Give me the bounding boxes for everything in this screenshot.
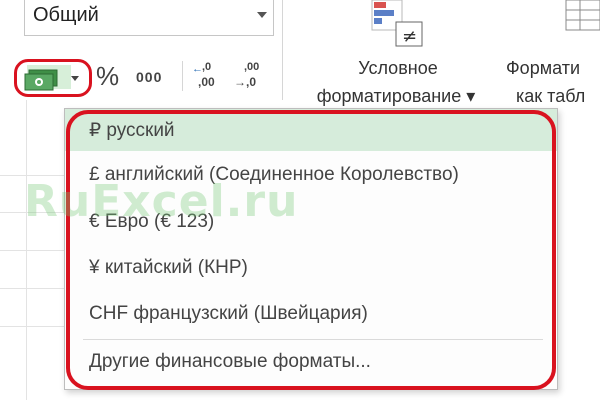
menu-item-euro[interactable]: € Евро (€ 123) — [89, 211, 214, 233]
conditional-formatting-icon[interactable]: ≠ — [370, 0, 424, 48]
currency-format-menu: ₽ русский £ английский (Соединенное Коро… — [64, 108, 558, 390]
comma-style-button[interactable]: 000 — [136, 69, 162, 85]
menu-item-more-formats[interactable]: Другие финансовые форматы... — [89, 351, 371, 373]
number-format-dropdown[interactable]: Общий — [24, 0, 274, 36]
toolbar-divider — [182, 61, 183, 91]
format-as-table-label[interactable]: Формати — [506, 58, 600, 79]
menu-item-chinese[interactable]: ¥ китайский (КНР) — [89, 257, 248, 279]
table-format-icon[interactable] — [560, 0, 600, 48]
grid-row-line — [0, 250, 70, 251]
number-toolbar: % 000 ← ,0 ,00 ,00 →,0 — [0, 55, 282, 97]
format-as-table-label-2[interactable]: как табл — [516, 86, 585, 107]
ribbon-group-divider — [282, 0, 283, 100]
decrease-decimal-bottom: →,0 — [234, 75, 257, 89]
grid-row-line — [0, 212, 70, 213]
money-bill-icon — [24, 69, 58, 91]
increase-decimal-top: ,0 — [202, 61, 212, 73]
grid-row-line — [0, 326, 70, 327]
grid-row-line — [0, 288, 70, 289]
menu-item-russian[interactable]: ₽ русский — [89, 119, 175, 142]
svg-text:≠: ≠ — [402, 26, 417, 47]
decrease-decimal-top: ,00 — [244, 61, 260, 73]
conditional-formatting-label[interactable]: Условное — [328, 58, 468, 79]
chevron-down-icon[interactable] — [71, 76, 79, 81]
grid-row-line — [0, 175, 70, 176]
increase-decimal-button[interactable]: ← ,0 ,00 — [192, 61, 226, 91]
chevron-down-icon — [257, 12, 267, 18]
percent-style-button[interactable]: % — [96, 61, 119, 92]
accounting-format-button[interactable] — [14, 59, 92, 97]
conditional-formatting-label-2[interactable]: форматирование ▾ — [296, 86, 496, 107]
menu-item-english-uk[interactable]: £ английский (Соединенное Королевство) — [89, 164, 459, 186]
menu-divider — [83, 339, 543, 340]
increase-decimal-bottom: ,00 — [198, 75, 215, 89]
decrease-decimal-button[interactable]: ,00 →,0 — [234, 61, 268, 91]
number-format-value: Общий — [33, 4, 99, 26]
menu-item-french-swiss[interactable]: CHF французский (Швейцария) — [89, 303, 368, 325]
